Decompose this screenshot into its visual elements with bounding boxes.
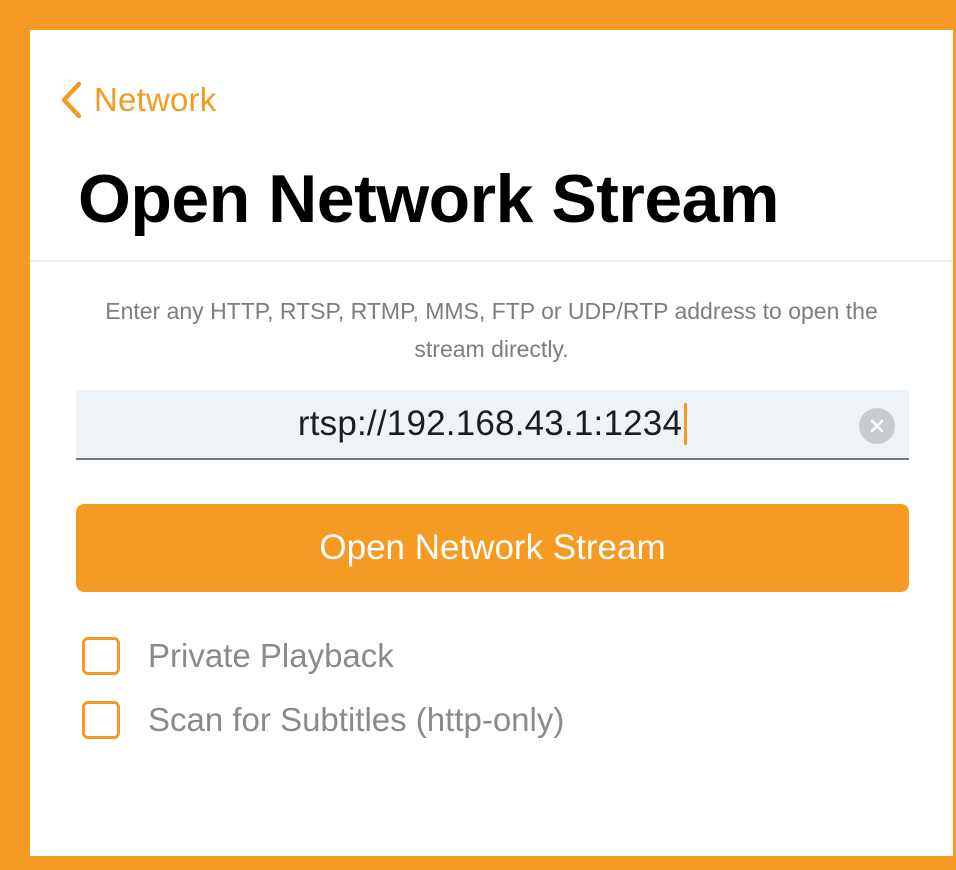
- chevron-left-icon: [60, 81, 82, 119]
- network-stream-screen: Network Open Network Stream Enter any HT…: [30, 30, 953, 856]
- text-caret: [684, 403, 688, 445]
- page-title: Open Network Stream: [78, 161, 779, 237]
- private-playback-option[interactable]: Private Playback: [82, 634, 394, 678]
- url-input-value[interactable]: rtsp://192.168.43.1:1234: [297, 403, 688, 445]
- help-text: Enter any HTTP, RTSP, RTMP, MMS, FTP or …: [105, 298, 878, 362]
- url-input[interactable]: rtsp://192.168.43.1:1234: [76, 390, 909, 460]
- open-network-stream-button[interactable]: Open Network Stream: [76, 504, 909, 592]
- private-playback-checkbox[interactable]: [82, 637, 120, 675]
- private-playback-label: Private Playback: [148, 637, 394, 674]
- scan-subtitles-checkbox[interactable]: [82, 701, 120, 739]
- back-label: Network: [94, 81, 217, 118]
- back-button[interactable]: Network: [60, 78, 216, 122]
- clear-icon[interactable]: [859, 408, 895, 444]
- scan-subtitles-label: Scan for Subtitles (http-only): [148, 701, 565, 738]
- divider: [30, 260, 953, 262]
- url-text: rtsp://192.168.43.1:1234: [297, 404, 683, 443]
- scan-subtitles-option[interactable]: Scan for Subtitles (http-only): [82, 698, 564, 742]
- device-frame: Network Open Network Stream Enter any HT…: [0, 0, 956, 870]
